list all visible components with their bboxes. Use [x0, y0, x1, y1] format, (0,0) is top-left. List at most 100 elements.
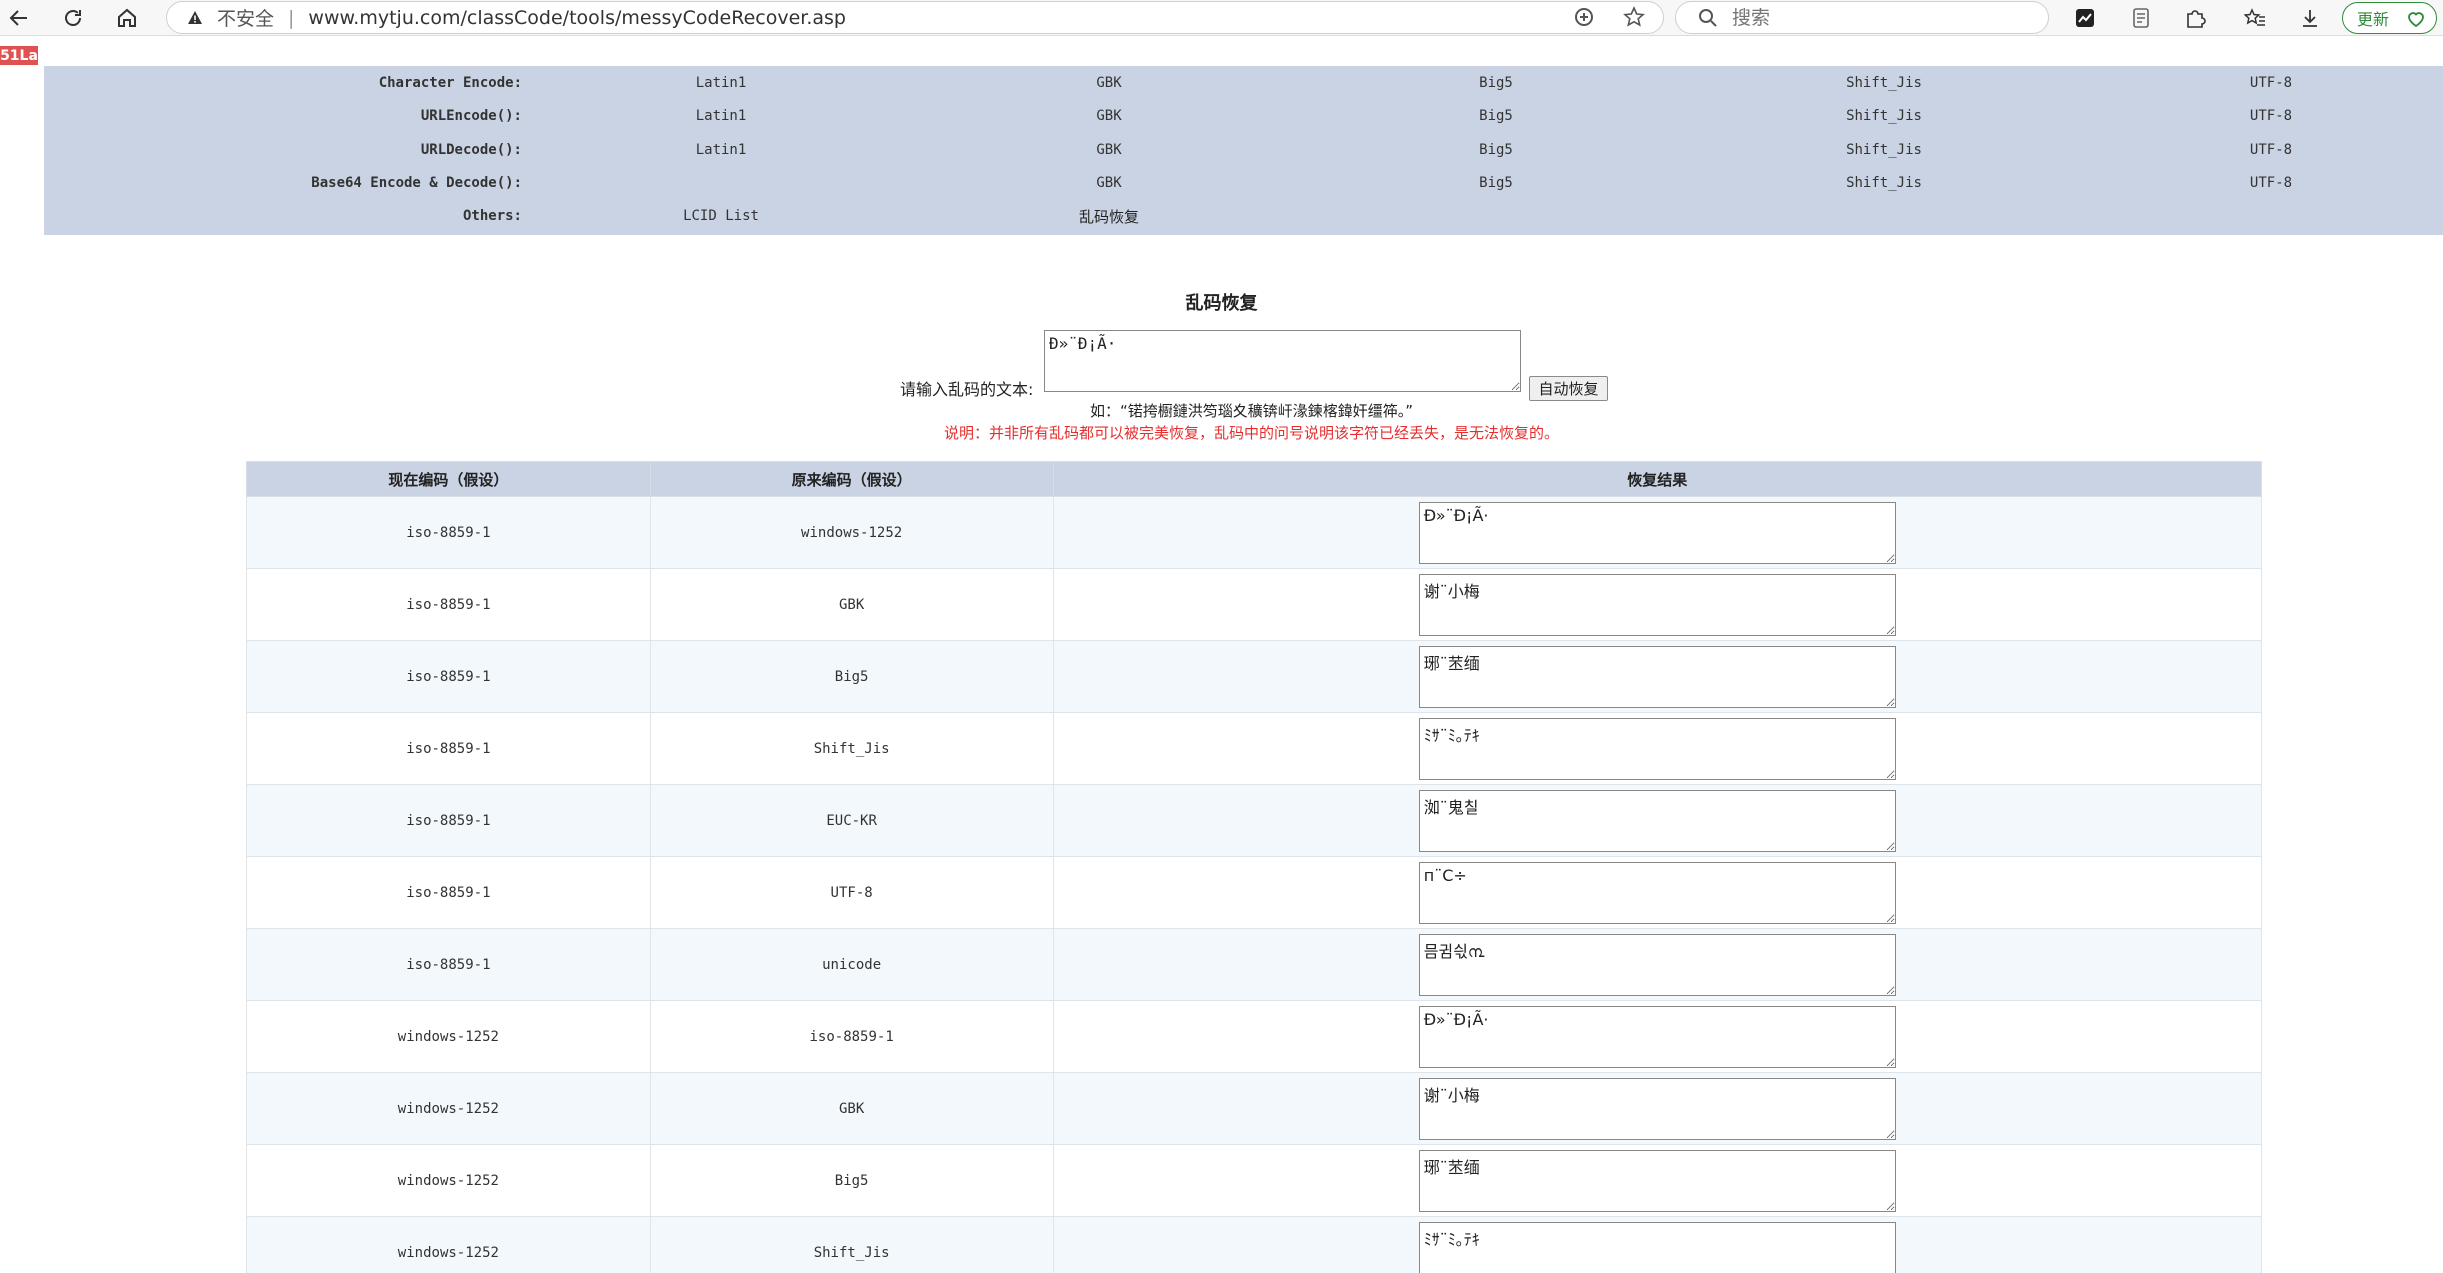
result-textarea[interactable]: ﾐｻ¨ﾐ｡ﾃｷ — [1418, 717, 1896, 780]
result-textarea[interactable]: Ð»¨Ð¡Ã· — [1418, 501, 1896, 564]
search-icon — [1698, 8, 1718, 28]
translate-icon[interactable] — [1572, 5, 1596, 29]
encode-link[interactable]: 乱码恢复 — [1079, 206, 1139, 227]
table-row: iso-8859-1 GBK 谢¨小梅 — [246, 568, 2263, 641]
update-label: 更新 — [2357, 10, 2390, 29]
input-label: 请输入乱码的文本: — [900, 380, 1034, 399]
table-row: iso-8859-1 unicode 믐귐싃൩ — [246, 928, 2263, 1001]
encode-link[interactable]: UTF-8 — [2250, 108, 2292, 124]
result-cell: 谢¨小梅 — [1052, 1072, 2263, 1145]
original-encoding-cell: Shift_Jis — [649, 712, 1054, 785]
result-textarea[interactable]: 琊¨苤缅 — [1418, 645, 1896, 708]
encode-link[interactable]: UTF-8 — [2250, 142, 2292, 158]
extension-chart-icon[interactable] — [2071, 4, 2099, 32]
encode-link[interactable]: Shift_Jis — [1846, 142, 1922, 158]
current-encoding-cell: iso-8859-1 — [246, 568, 651, 641]
encode-row-label: URLEncode(): — [420, 108, 522, 124]
header-current-encoding: 现在编码（假设） — [246, 461, 651, 497]
result-cell: ﾐｻ¨ﾐ｡ﾃｷ — [1052, 1216, 2263, 1273]
messy-text-input[interactable]: Ð»¨Ð¡Ã· — [1044, 330, 1521, 392]
encode-link[interactable]: Latin1 — [696, 75, 747, 91]
encode-row: URLDecode(): Latin1 GBK Big5 Shift_Jis U… — [44, 133, 2443, 167]
result-cell: п¨С÷ — [1052, 856, 2263, 929]
table-row: windows-1252 GBK 谢¨小梅 — [246, 1072, 2263, 1145]
current-encoding-cell: iso-8859-1 — [246, 856, 651, 929]
encode-link[interactable]: Big5 — [1479, 108, 1513, 124]
table-row: iso-8859-1 UTF-8 п¨С÷ — [246, 856, 2263, 929]
auto-recover-button[interactable]: 自动恢复 — [1529, 376, 1608, 401]
current-encoding-cell: iso-8859-1 — [246, 496, 651, 569]
table-row: windows-1252 iso-8859-1 Ð»¨Ð¡Ã· — [246, 1000, 2263, 1073]
address-bar[interactable]: 不安全 | www.mytju.com/classCode/tools/mess… — [166, 1, 1664, 34]
search-box[interactable] — [1675, 1, 2049, 34]
original-encoding-cell: UTF-8 — [649, 856, 1054, 929]
header-result: 恢复结果 — [1052, 461, 2263, 497]
search-input[interactable] — [1732, 6, 2032, 29]
table-row: iso-8859-1 Big5 琊¨苤缅 — [246, 640, 2263, 713]
insecure-label: 不安全 — [217, 8, 275, 30]
result-textarea[interactable]: п¨С÷ — [1418, 861, 1896, 924]
encode-link[interactable]: UTF-8 — [2250, 175, 2292, 191]
encode-link[interactable]: Shift_Jis — [1846, 175, 1922, 191]
encode-row-label: Others: — [462, 208, 522, 224]
result-textarea[interactable]: 谢¨小梅 — [1418, 1077, 1896, 1140]
encode-link[interactable]: GBK — [1096, 75, 1121, 91]
encode-row-label: Base64 Encode & Decode(): — [311, 175, 522, 191]
encode-link[interactable]: Shift_Jis — [1846, 108, 1922, 124]
table-row: windows-1252 Shift_Jis ﾐｻ¨ﾐ｡ﾃｷ — [246, 1216, 2263, 1273]
example-text: 如：“锘挎櫉鏈洪笉瑙夊穬锛屽湪鍊楁鍏奸缰筗。” — [1089, 402, 1414, 420]
result-textarea[interactable]: 琊¨苤缅 — [1418, 1149, 1896, 1212]
result-textarea[interactable]: 믐귐싃൩ — [1418, 933, 1896, 996]
home-icon[interactable] — [112, 3, 142, 33]
encode-link[interactable]: Big5 — [1479, 175, 1513, 191]
result-cell: 谢¨小梅 — [1052, 568, 2263, 641]
result-cell: Ð»¨Ð¡Ã· — [1052, 496, 2263, 569]
favorite-star-icon[interactable] — [1622, 5, 1646, 29]
encode-link[interactable]: LCID List — [683, 208, 759, 224]
encode-link[interactable]: Big5 — [1479, 142, 1513, 158]
current-encoding-cell: iso-8859-1 — [246, 640, 651, 713]
encode-link[interactable]: Latin1 — [696, 142, 747, 158]
warning-icon — [187, 10, 207, 26]
note-text: 说明：并非所有乱码都可以被完美恢复，乱码中的问号说明该字符已经丢失，是无法恢复的… — [943, 424, 1559, 442]
results-header-row: 现在编码（假设） 原来编码（假设） 恢复结果 — [246, 461, 2263, 497]
heart-icon — [2406, 9, 2426, 33]
reading-mode-icon[interactable] — [2127, 4, 2155, 32]
result-textarea[interactable]: 洳¨鬼칠 — [1418, 789, 1896, 852]
page-title: 乱码恢复 — [1185, 293, 1258, 314]
encode-row-label: Character Encode: — [378, 75, 522, 91]
favorites-list-icon[interactable] — [2241, 4, 2269, 32]
encode-link[interactable]: Shift_Jis — [1846, 75, 1922, 91]
encode-row: Base64 Encode & Decode(): GBK Big5 Shift… — [44, 166, 2443, 200]
51la-stats-badge[interactable]: 51La — [0, 46, 38, 65]
current-encoding-cell: iso-8859-1 — [246, 928, 651, 1001]
result-cell: 琊¨苤缅 — [1052, 640, 2263, 713]
current-encoding-cell: windows-1252 — [246, 1000, 651, 1073]
original-encoding-cell: GBK — [649, 1072, 1054, 1145]
encode-link[interactable]: Latin1 — [696, 108, 747, 124]
original-encoding-cell: GBK — [649, 568, 1054, 641]
download-icon[interactable] — [2296, 4, 2324, 32]
refresh-icon[interactable] — [58, 3, 88, 33]
result-textarea[interactable]: 谢¨小梅 — [1418, 573, 1896, 636]
encoding-nav-table: Character Encode: Latin1 GBK Big5 Shift_… — [44, 66, 2443, 235]
current-encoding-cell: windows-1252 — [246, 1216, 651, 1273]
result-textarea[interactable]: Ð»¨Ð¡Ã· — [1418, 1005, 1896, 1068]
result-textarea[interactable]: ﾐｻ¨ﾐ｡ﾃｷ — [1418, 1221, 1896, 1273]
extensions-puzzle-icon[interactable] — [2181, 4, 2209, 32]
update-button[interactable]: 更新 — [2342, 2, 2437, 34]
header-original-encoding: 原来编码（假设） — [649, 461, 1054, 497]
encode-link[interactable]: GBK — [1096, 142, 1121, 158]
encode-link[interactable]: UTF-8 — [2250, 75, 2292, 91]
table-row: iso-8859-1 Shift_Jis ﾐｻ¨ﾐ｡ﾃｷ — [246, 712, 2263, 785]
url-text[interactable]: www.mytju.com/classCode/tools/messyCodeR… — [308, 7, 846, 29]
encode-link[interactable]: GBK — [1096, 108, 1121, 124]
back-arrow-icon[interactable] — [4, 3, 34, 33]
original-encoding-cell: EUC-KR — [649, 784, 1054, 857]
original-encoding-cell: Big5 — [649, 640, 1054, 713]
browser-toolbar: 不安全 | www.mytju.com/classCode/tools/mess… — [0, 0, 2443, 36]
encode-link[interactable]: Big5 — [1479, 75, 1513, 91]
current-encoding-cell: iso-8859-1 — [246, 712, 651, 785]
result-cell: Ð»¨Ð¡Ã· — [1052, 1000, 2263, 1073]
encode-link[interactable]: GBK — [1096, 175, 1121, 191]
